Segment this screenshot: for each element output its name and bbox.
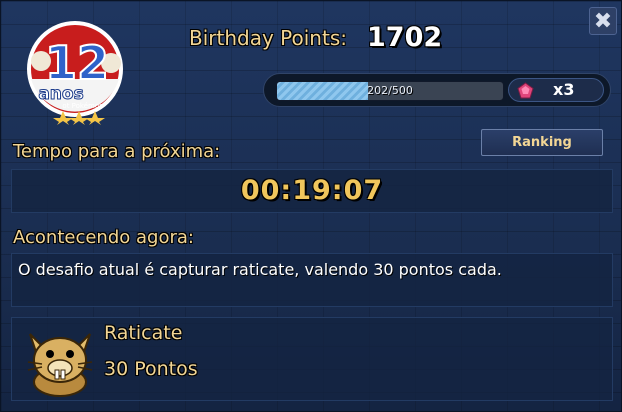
close-button[interactable]: ✖ [589,7,617,35]
progress-container: 202/500 x3 [263,73,611,107]
pokemon-name: Raticate [104,322,183,344]
pokemon-points: 30 Pontos [104,358,198,380]
birthday-points-value: 1702 [367,22,443,53]
progress-bar: 202/500 [276,81,504,101]
logo-word: anos [38,84,83,104]
next-label: Tempo para a próxima: [13,141,221,162]
pokemon-card: Raticate 30 Pontos [11,317,613,401]
ranking-button[interactable]: Ranking [481,129,603,156]
gem-icon [517,82,534,99]
multiplier-badge: x3 [508,78,604,102]
birthday-event-panel: 12 anos ot Pokémon ✖ Birthday Points: 17… [0,0,622,412]
raticate-sprite [27,333,93,397]
logo-small-text: ot Pokémon [62,102,103,110]
challenge-description-box: O desafio atual é capturar raticate, val… [11,253,613,307]
countdown-timer: 00:19:07 [240,175,384,206]
progress-text: 202/500 [367,84,413,97]
timer-box: 00:19:07 [11,169,613,213]
close-icon: ✖ [593,9,613,34]
multiplier-text: x3 [553,80,575,99]
anniversary-logo: 12 anos ot Pokémon [27,21,123,125]
logo-number: 12 [45,36,109,90]
birthday-points-label: Birthday Points: [189,26,347,50]
current-label: Acontecendo agora: [13,227,194,248]
challenge-description: O desafio atual é capturar raticate, val… [18,260,502,279]
